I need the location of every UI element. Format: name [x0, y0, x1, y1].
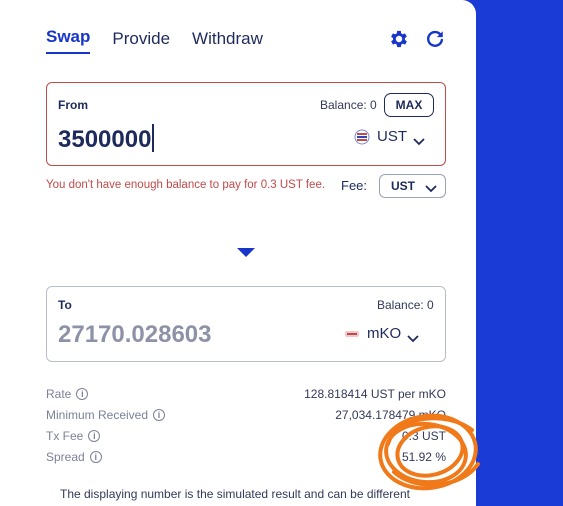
to-token-select[interactable]: mKO [343, 325, 419, 342]
fee-token-select[interactable]: UST [379, 174, 446, 198]
tx-fee-label: Tx Fee [46, 429, 84, 443]
tab-swap[interactable]: Swap [46, 26, 91, 54]
spread-value: 51.92 % [401, 450, 446, 464]
info-icon[interactable]: i [88, 430, 101, 442]
from-token-select[interactable]: UST [353, 128, 425, 145]
header-actions [388, 28, 446, 50]
tab-withdraw[interactable]: Withdraw [192, 28, 263, 54]
from-amount-input[interactable]: 3500000 [58, 124, 155, 154]
from-panel: From Balance: 0 MAX 3500000 UST [46, 82, 446, 166]
to-label: To [58, 298, 72, 312]
from-label: From [58, 98, 88, 112]
fee-label: Fee: [341, 178, 368, 193]
tab-bar: Swap Provide Withdraw [46, 26, 263, 54]
tx-fee-value: 0.3 UST [401, 429, 446, 443]
chevron-down-icon [407, 330, 419, 342]
to-panel: To Balance: 0 27170.028603 mKO [46, 286, 446, 362]
info-icon[interactable]: i [153, 409, 166, 421]
info-icon[interactable]: i [89, 451, 102, 463]
rate-label: Rate [46, 387, 72, 401]
to-token-label: mKO [367, 325, 402, 342]
insufficient-balance-error: You don't have enough balance to pay for… [46, 179, 326, 191]
to-balance: Balance: 0 [377, 298, 434, 312]
tab-provide[interactable]: Provide [112, 28, 170, 54]
max-button[interactable]: MAX [384, 93, 434, 117]
info-icon[interactable]: i [76, 388, 89, 400]
spread-label: Spread [46, 450, 85, 464]
swap-card: Swap Provide Withdraw From Balance: 0 MA… [0, 0, 476, 506]
to-amount-output: 27170.028603 [58, 321, 212, 348]
info-row-tx-fee: Tx Fee i 0.3 UST [46, 429, 446, 445]
chevron-down-icon [413, 133, 425, 145]
swap-direction-arrow-icon[interactable] [237, 248, 255, 257]
minimum-received-label: Minimum Received [46, 408, 149, 422]
chevron-down-icon [425, 182, 437, 193]
ust-token-icon [353, 129, 371, 145]
gear-icon[interactable] [388, 28, 410, 50]
info-row-rate: Rate i 128.818414 UST per mKO [46, 387, 446, 403]
refresh-icon[interactable] [424, 28, 446, 50]
simulation-disclaimer: The displaying number is the simulated r… [60, 487, 410, 501]
fee-token-value: UST [391, 179, 415, 193]
info-row-spread: Spread i 51.92 % [46, 450, 446, 466]
rate-value: 128.818414 UST per mKO [304, 387, 446, 401]
from-balance: Balance: 0 [320, 98, 377, 112]
mko-token-icon [343, 326, 361, 342]
info-row-minimum-received: Minimum Received i 27,034.178479 mKO [46, 408, 446, 424]
minimum-received-value: 27,034.178479 mKO [335, 408, 446, 422]
from-token-label: UST [377, 128, 407, 145]
